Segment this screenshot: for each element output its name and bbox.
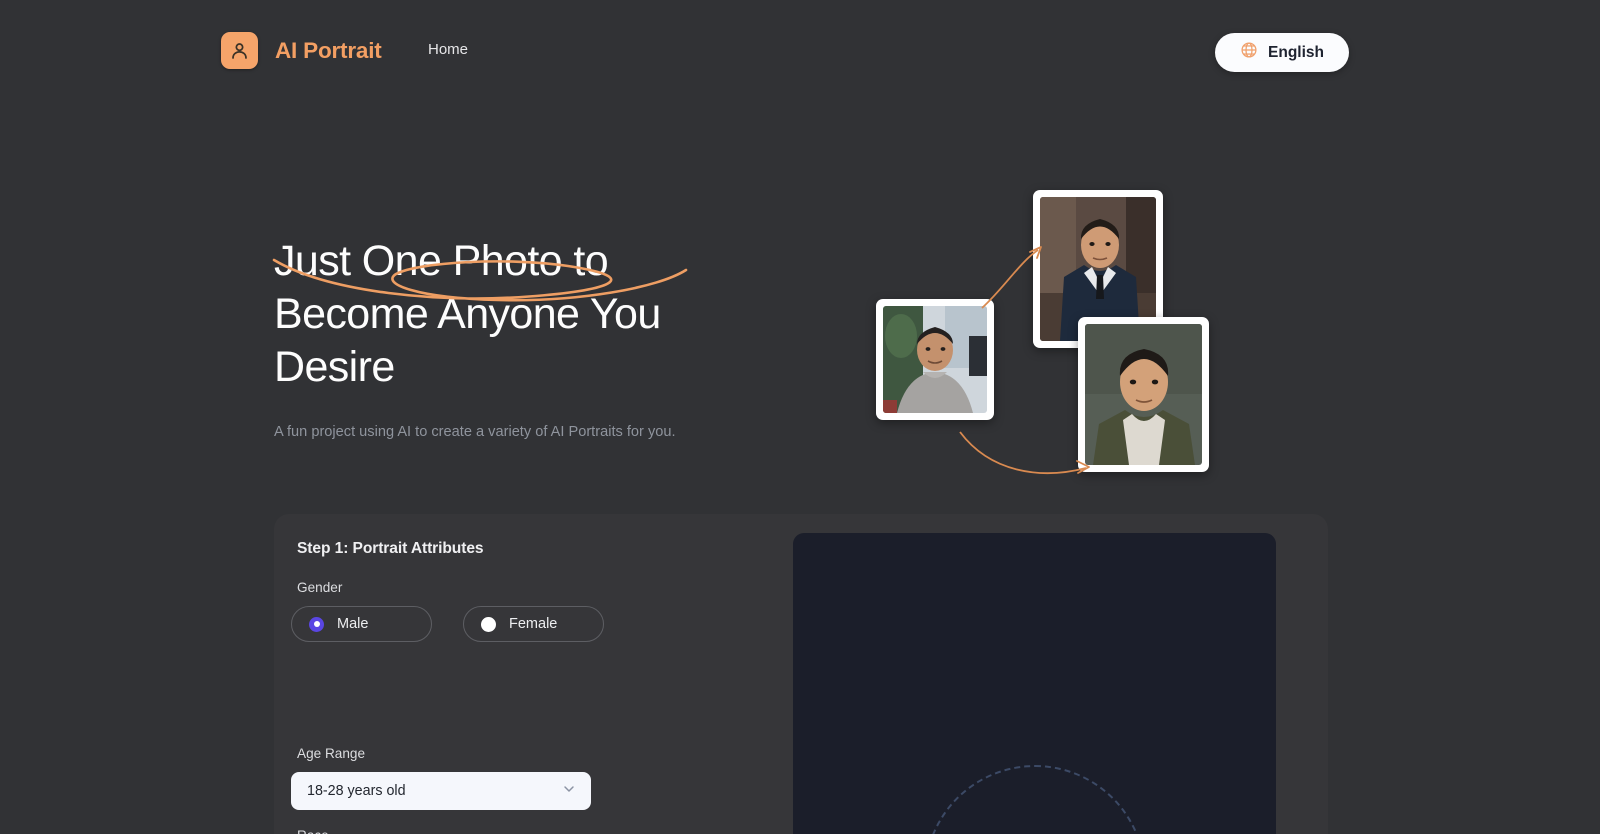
age-range-select[interactable]: 18-28 years old <box>291 772 591 810</box>
gender-option-female-label: Female <box>509 616 558 632</box>
hero-title-line-3: Desire <box>274 343 395 391</box>
brand-name: AI Portrait <box>275 37 382 63</box>
person-avatar-icon <box>221 32 258 69</box>
step-title: Step 1: Portrait Attributes <box>297 540 484 557</box>
chevron-down-icon <box>561 781 577 802</box>
gender-option-female[interactable]: Female <box>463 606 604 642</box>
age-range-value: 18-28 years old <box>307 783 406 799</box>
gender-option-male-label: Male <box>337 616 369 632</box>
photo-collage <box>860 180 1240 490</box>
radio-selected-icon <box>309 616 324 632</box>
portrait-attributes-card: Step 1: Portrait Attributes Gender Male … <box>274 514 1328 834</box>
site-header: AI Portrait Home English <box>0 0 1600 102</box>
language-label: English <box>1268 43 1324 61</box>
upload-dashed-circle: upload your photo <box>923 765 1146 834</box>
photo-upload-dropzone[interactable]: upload your photo <box>793 533 1276 834</box>
generated-portrait-casual <box>1085 324 1202 465</box>
hero-title-line-2: Become Anyone You <box>274 290 661 338</box>
hero-subtitle: A fun project using AI to create a varie… <box>274 424 676 440</box>
globe-icon <box>1240 41 1258 64</box>
page-title: Just One Photo to Become Anyone You Desi… <box>274 235 744 394</box>
race-label: Race <box>297 828 329 834</box>
gender-radio-group: Male Female <box>291 606 604 642</box>
age-range-label: Age Range <box>297 746 366 761</box>
generated-portrait-2-frame <box>1078 317 1209 472</box>
gender-option-male[interactable]: Male <box>291 606 432 642</box>
brand-logo[interactable]: AI Portrait <box>221 32 382 69</box>
radio-unselected-icon <box>481 616 496 632</box>
hero-title-line-1: Just One Photo to <box>274 237 609 285</box>
language-selector-button[interactable]: English <box>1215 33 1349 72</box>
gender-label: Gender <box>297 580 343 595</box>
nav-item-home[interactable]: Home <box>428 41 468 58</box>
app-root: AI Portrait Home English Just One Photo … <box>0 0 1600 834</box>
source-photo-frame <box>876 299 994 420</box>
source-photo <box>883 306 987 413</box>
